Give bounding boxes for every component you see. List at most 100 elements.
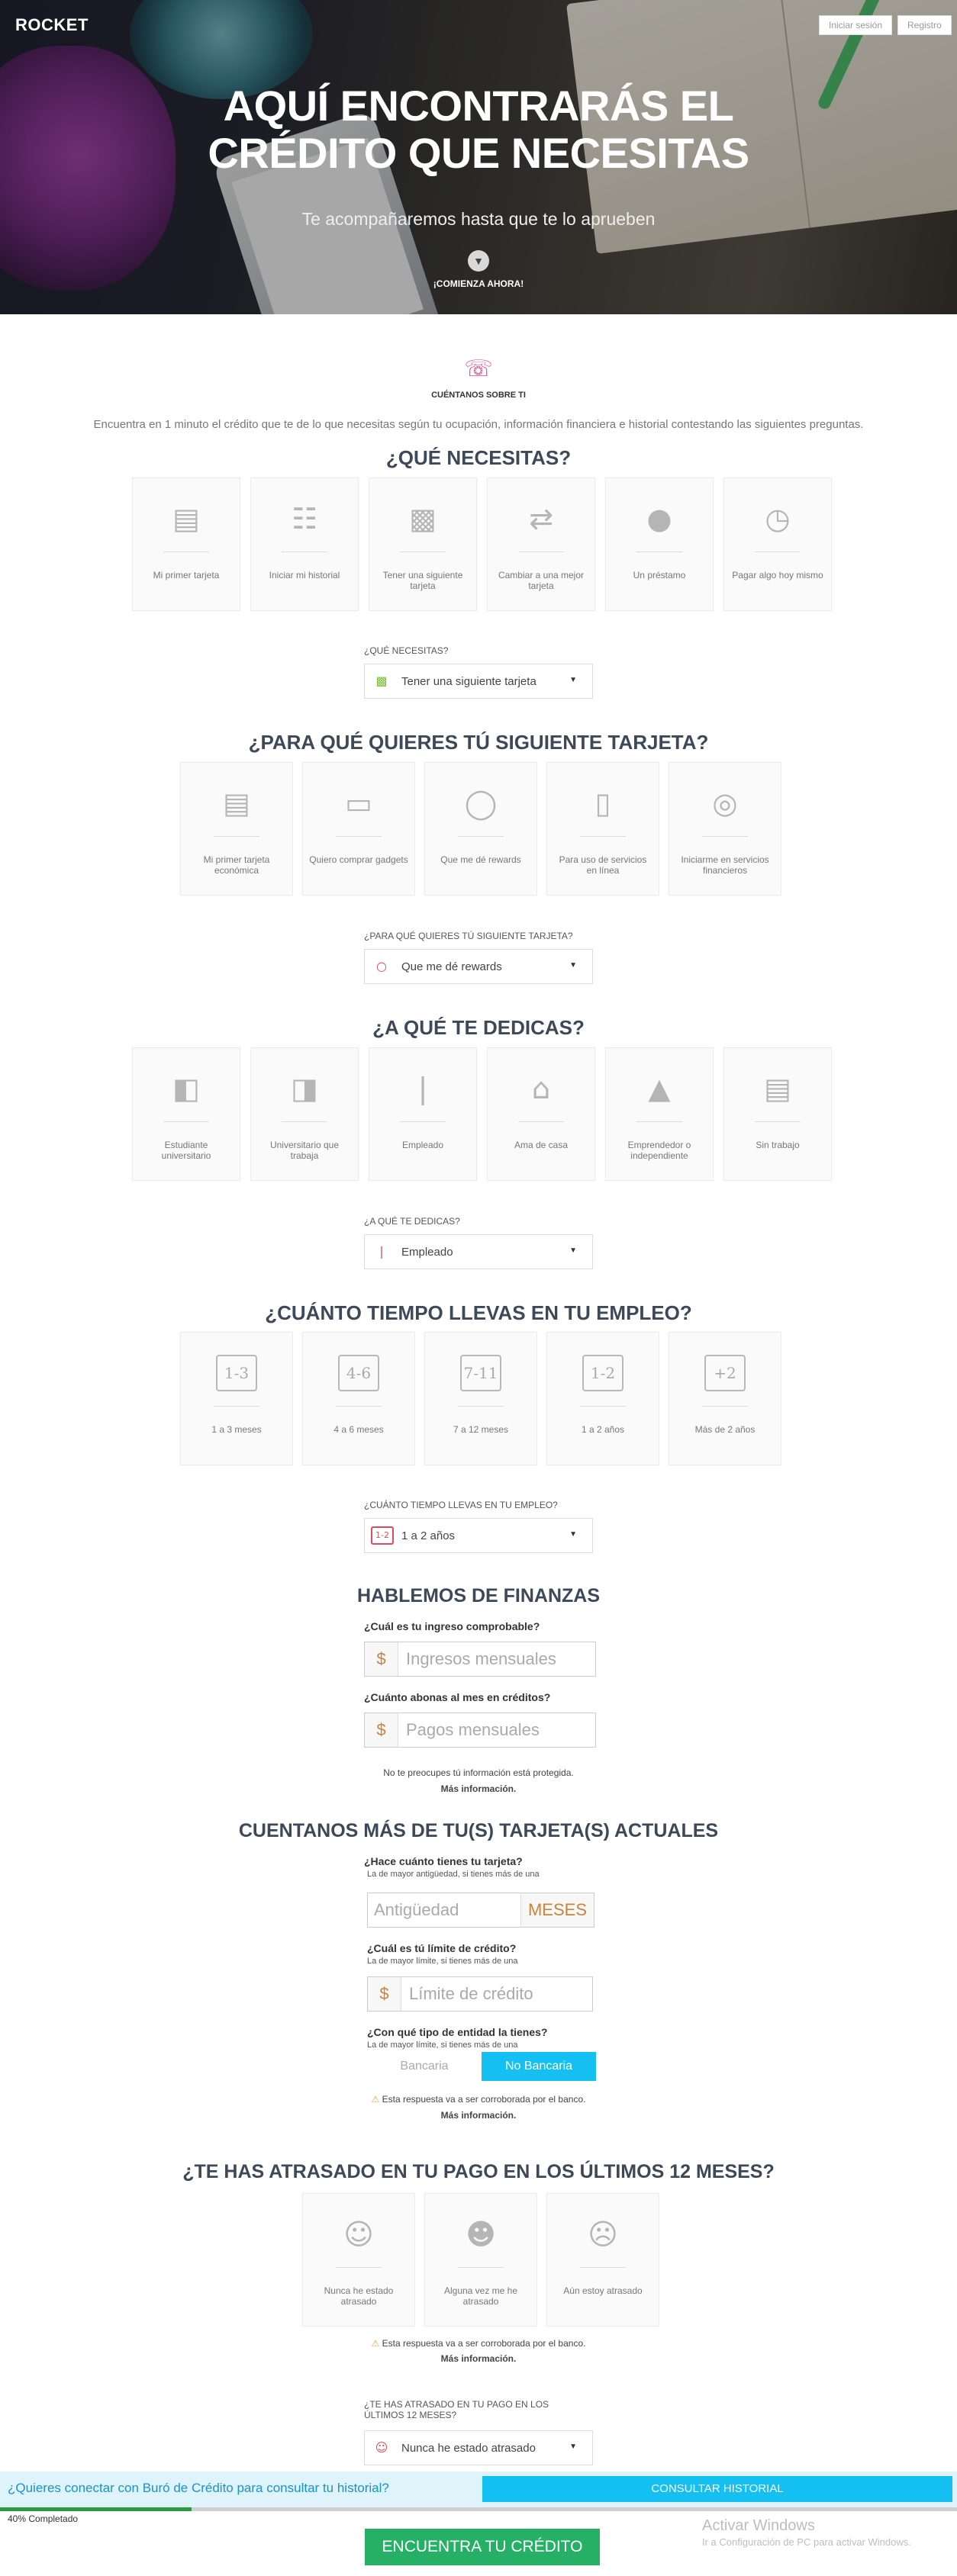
caret-down-icon: ▼ xyxy=(569,961,577,970)
more-info-link[interactable]: Más información. xyxy=(0,1783,957,1794)
caret-down-icon: ▼ xyxy=(569,1246,577,1255)
card-age-field[interactable]: MESES xyxy=(367,1893,594,1928)
q3-option-card[interactable]: ⌂ Ama de casa xyxy=(487,1047,595,1181)
happy-face-icon: ☺ xyxy=(375,2440,388,2455)
income-field[interactable]: $ xyxy=(364,1642,596,1677)
card-label: Empleado xyxy=(401,1140,444,1150)
entity-label: ¿Con qué tipo de entidad la tienes? xyxy=(367,2026,548,2038)
progress-fill xyxy=(0,2507,192,2511)
q2-option-card[interactable]: ▭ Quiero comprar gadgets xyxy=(302,762,415,896)
entity-option-no-bancaria[interactable]: No Bancaria xyxy=(482,2052,596,2081)
currency-prefix: $ xyxy=(365,1642,398,1676)
q1-option-card[interactable]: ◷ Pagar algo hoy mismo xyxy=(723,478,832,611)
mountain-icon: ▲ xyxy=(648,1072,671,1105)
warning-icon: ⚠ xyxy=(371,2338,380,2349)
card-divider xyxy=(214,1406,259,1407)
card-divider xyxy=(580,836,626,837)
piggy-bank-icon: ○ xyxy=(376,959,387,973)
warning-icon: ⚠ xyxy=(371,2094,380,2105)
q3-option-card[interactable]: ❘ Empleado xyxy=(369,1047,477,1181)
start-now-link[interactable]: ¡COMIENZA AHORA! xyxy=(364,278,593,289)
neutral-face-icon: ☻ xyxy=(466,2217,496,2251)
q2-selected-value: Que me dé rewards xyxy=(401,960,502,973)
q3-option-card[interactable]: ▲ Emprendedor o independiente xyxy=(605,1047,714,1181)
house-icon: ⌂ xyxy=(531,1072,551,1105)
intro-text: Encuentra en 1 minuto el crédito que te … xyxy=(93,418,864,431)
logo[interactable]: ROCKET xyxy=(15,15,89,35)
q2-option-card[interactable]: ◯ Que me dé rewards xyxy=(424,762,537,896)
q2-option-card[interactable]: ▤ Mi primer tarjeta económica xyxy=(180,762,293,896)
card-limit-field[interactable]: $ xyxy=(367,1976,593,2012)
q4-select[interactable]: 1-2 1 a 2 años ▼ xyxy=(364,1518,593,1553)
q4-option-card[interactable]: 1-2 1 a 2 años xyxy=(546,1332,659,1465)
payments-input[interactable] xyxy=(406,1713,589,1747)
q4-option-card[interactable]: 7-11 7 a 12 meses xyxy=(424,1332,537,1465)
q1-option-card[interactable]: ● Un préstamo xyxy=(605,478,714,611)
q6-option-card[interactable]: ☺ Nunca he estado atrasado xyxy=(302,2193,415,2327)
card-divider xyxy=(336,2267,382,2268)
login-button[interactable]: Iniciar sesión xyxy=(819,15,893,35)
q6-option-card[interactable]: ☻ Alguna vez me he atrasado xyxy=(424,2193,537,2327)
q2-option-card[interactable]: ◎ Iniciarme en servicios financieros xyxy=(669,762,781,896)
hero-title-line1: AQUÍ ENCONTRARÁS EL xyxy=(223,82,734,130)
q1-option-card[interactable]: ▩ Tener una siguiente tarjeta xyxy=(369,478,477,611)
card-label: Sin trabajo xyxy=(756,1140,800,1150)
card-label: Quiero comprar gadgets xyxy=(309,854,408,865)
card-label: 1 a 3 meses xyxy=(211,1424,262,1435)
q6-option-card[interactable]: ☹ Aún estoy atrasado xyxy=(546,2193,659,2327)
card-label: Un préstamo xyxy=(633,570,686,580)
card-label: Pagar algo hoy mismo xyxy=(732,570,823,580)
q4-option-card[interactable]: +2 Más de 2 años xyxy=(669,1332,781,1465)
q1-select[interactable]: ▩ Tener una siguiente tarjeta ▼ xyxy=(364,664,593,699)
chevron-down-icon[interactable]: ▼ xyxy=(468,250,489,272)
q4-option-card[interactable]: 1-3 1 a 3 meses xyxy=(180,1332,293,1465)
document-dollar-icon: ☷ xyxy=(291,502,318,535)
income-label: ¿Cuál es tu ingreso comprobable? xyxy=(364,1620,540,1632)
card-label: Que me dé rewards xyxy=(440,854,521,865)
q3-option-card[interactable]: ▤ Sin trabajo xyxy=(723,1047,832,1181)
q3-select[interactable]: ❘ Empleado ▼ xyxy=(364,1234,593,1269)
card-label: Alguna vez me he atrasado xyxy=(443,2285,518,2307)
late-select-label: ¿TE HAS ATRASADO EN TU PAGO EN LOS ÚLTIM… xyxy=(364,2399,549,2420)
caret-down-icon: ▼ xyxy=(569,2443,577,2451)
card-limit-input[interactable] xyxy=(409,1977,585,2011)
consult-history-button[interactable]: CONSULTAR HISTORIAL xyxy=(482,2476,952,2502)
payments-field[interactable]: $ xyxy=(364,1713,596,1748)
hero-subtitle: Te acompañaremos hasta que te lo apruebe… xyxy=(301,209,656,229)
hero-title-line2: CRÉDITO QUE NECESITAS xyxy=(208,129,749,177)
card-label: Estudiante universitario xyxy=(161,1140,211,1161)
swap-cards-icon: ⇄ xyxy=(529,502,553,535)
card-divider xyxy=(580,2267,626,2268)
q1-option-card[interactable]: ☷ Iniciar mi historial xyxy=(250,478,359,611)
credit-bureau-question: ¿Quieres conectar con Buró de Crédito pa… xyxy=(8,2481,389,2495)
q3-option-card[interactable]: ◨ Universitario que trabaja xyxy=(250,1047,359,1181)
entity-option-bancaria[interactable]: Bancaria xyxy=(367,2052,482,2081)
more-info-link[interactable]: Más información. xyxy=(0,2110,957,2121)
find-credit-button[interactable]: ENCUENTRA TU CRÉDITO xyxy=(365,2529,600,2565)
income-input[interactable] xyxy=(406,1642,589,1676)
register-button[interactable]: Registro xyxy=(897,15,952,35)
q3-option-card[interactable]: ◧ Estudiante universitario xyxy=(132,1047,240,1181)
q1-option-card[interactable]: ⇄ Cambiar a una mejor tarjeta xyxy=(487,478,595,611)
late-warning-text: Esta respuesta va a ser corroborada por … xyxy=(382,2338,586,2349)
q1-option-card[interactable]: ▤ Mi primer tarjeta xyxy=(132,478,240,611)
card-age-input[interactable] xyxy=(374,1893,519,1927)
card-divider xyxy=(702,836,748,837)
q4-option-card[interactable]: 4-6 4 a 6 meses xyxy=(302,1332,415,1465)
calendar-icon: 1-2 xyxy=(580,1354,626,1392)
late-select[interactable]: ☺ Nunca he estado atrasado ▼ xyxy=(364,2430,593,2465)
tie-icon: ❘ xyxy=(376,1244,387,1259)
calendar-icon: +2 xyxy=(702,1354,748,1392)
card-label: Tener una siguiente tarjeta xyxy=(382,570,463,591)
more-info-link[interactable]: Más información. xyxy=(0,2353,957,2364)
gadget-card-icon: ▭ xyxy=(345,786,372,820)
card-divider xyxy=(636,1121,682,1122)
card-divider xyxy=(214,836,259,837)
calendar-icon: 1-2 xyxy=(371,1526,394,1545)
card-limit-sublabel: La de mayor límite, si tienes más de una xyxy=(367,1957,518,1966)
book-tie-icon: ◨ xyxy=(291,1072,318,1105)
q2-option-card[interactable]: ▯ Para uso de servicios en línea xyxy=(546,762,659,896)
activation-watermark-text: Ir a Configuración de PC para activar Wi… xyxy=(702,2536,911,2548)
q2-select[interactable]: ○ Que me dé rewards ▼ xyxy=(364,949,593,984)
q3-title: ¿A QUÉ TE DEDICAS? xyxy=(372,1016,585,1039)
